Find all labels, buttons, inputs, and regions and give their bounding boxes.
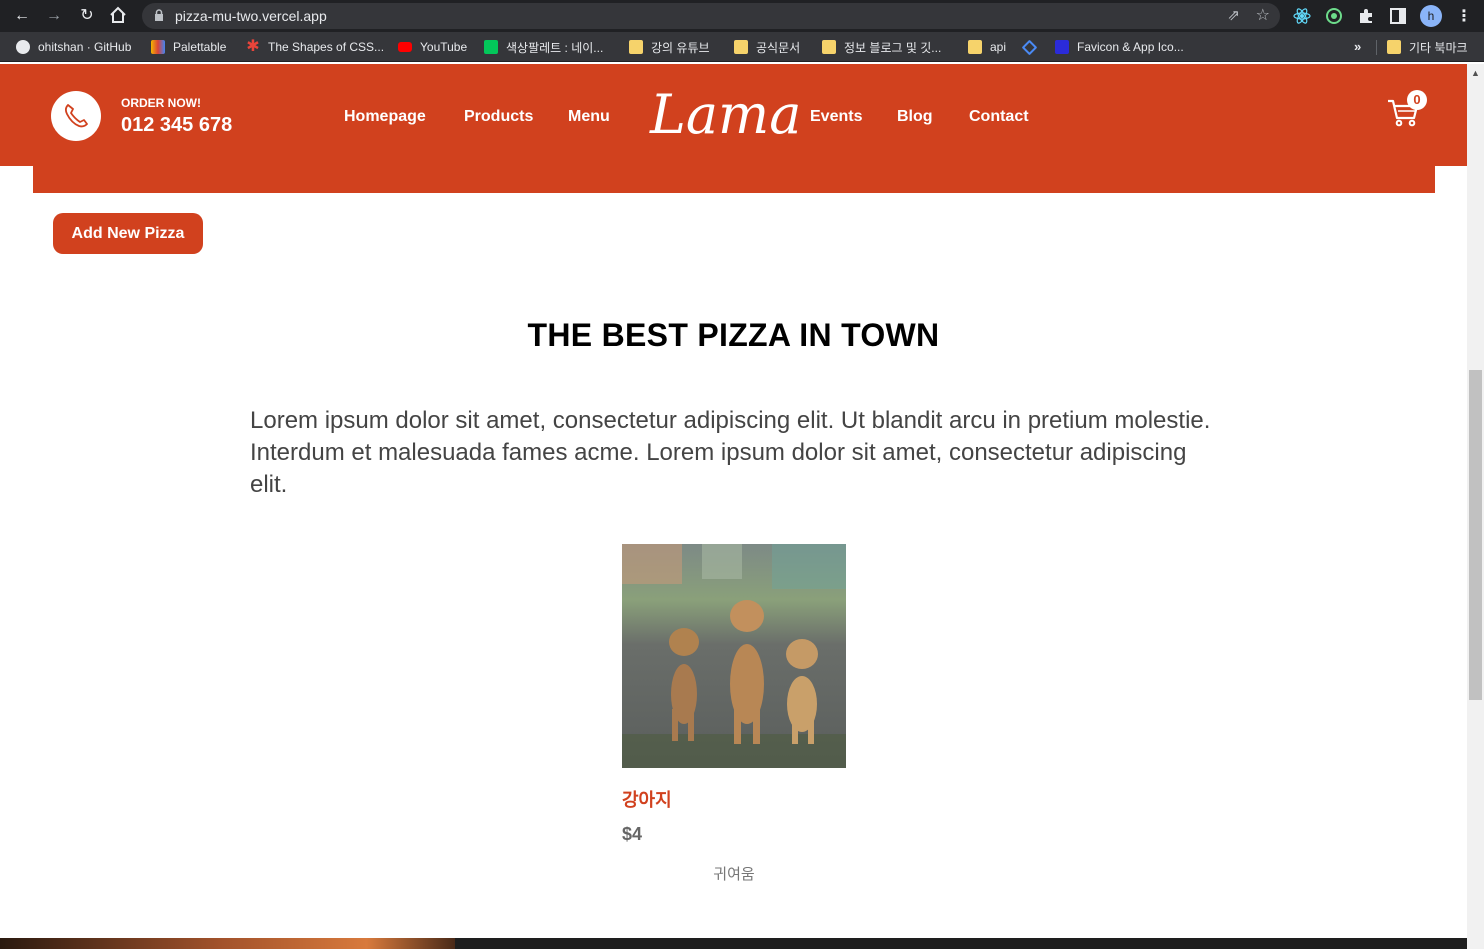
bookmark-folder-lectures[interactable]: 강의 유튜브 (629, 39, 710, 55)
nav-blog[interactable]: Blog (897, 108, 933, 126)
side-panel-icon[interactable] (1388, 6, 1408, 26)
phone-button[interactable] (51, 91, 101, 141)
palettable-icon (151, 40, 165, 54)
order-now-label: ORDER NOW! (121, 96, 201, 110)
back-icon[interactable]: ← (12, 6, 32, 26)
scroll-up-icon[interactable]: ▲ (1471, 68, 1480, 78)
favicon-tools-icon (1055, 40, 1069, 54)
extension-circle-icon[interactable] (1324, 6, 1344, 26)
url-text: pizza-mu-two.vercel.app (175, 8, 327, 24)
folder-icon (734, 40, 748, 54)
bookmarks-divider (1376, 40, 1377, 55)
bookmark-youtube[interactable]: YouTube (398, 39, 467, 55)
site-navbar: ORDER NOW! 012 345 678 Homepage Products… (0, 64, 1467, 166)
bookmark-label: 색상팔레트 : 네이... (506, 40, 604, 55)
featured-section-edge (0, 938, 1467, 949)
reload-icon[interactable]: ↻ (77, 6, 97, 26)
scrollbar-thumb[interactable] (1469, 370, 1482, 700)
bookmark-naver-palette[interactable]: 색상팔레트 : 네이... (484, 39, 603, 55)
nav-contact[interactable]: Contact (969, 108, 1029, 126)
forward-icon[interactable]: → (44, 6, 64, 26)
browser-toolbar: ← → ↻ pizza-mu-two.vercel.app ⇗ ☆ h ⋮ (0, 0, 1484, 32)
react-devtools-icon[interactable] (1292, 6, 1312, 26)
navbar-underbar (33, 166, 1435, 193)
phone-icon (65, 104, 88, 128)
bookmark-label: Palettable (173, 40, 227, 54)
home-icon[interactable] (108, 6, 128, 26)
cart-count-badge: 0 (1407, 90, 1427, 110)
page-title: THE BEST PIZZA IN TOWN (527, 317, 940, 353)
site-logo[interactable]: Lama (650, 80, 801, 150)
asterisk-icon: ✱ (246, 38, 260, 55)
bookmark-label: 기타 북마크 (1409, 40, 1468, 55)
bookmark-palettable[interactable]: Palettable (151, 39, 226, 55)
bookmark-label: ohitshan · GitHub (38, 40, 132, 54)
bookmark-label: The Shapes of CSS... (268, 40, 385, 54)
product-image[interactable] (622, 544, 846, 768)
folder-icon (1387, 40, 1401, 54)
page-viewport: ORDER NOW! 012 345 678 Homepage Products… (0, 64, 1467, 949)
nav-events[interactable]: Events (810, 108, 862, 126)
bookmark-label: 공식문서 (756, 40, 801, 55)
bookmark-label: YouTube (420, 40, 468, 54)
nav-homepage[interactable]: Homepage (344, 108, 426, 126)
naver-icon (484, 40, 498, 54)
profile-avatar[interactable]: h (1420, 5, 1442, 27)
product-description: 귀여움 (713, 866, 755, 883)
youtube-icon (398, 42, 412, 52)
address-bar[interactable]: pizza-mu-two.vercel.app ⇗ ☆ (142, 3, 1280, 29)
bookmark-label: Favicon & App Ico... (1077, 40, 1184, 54)
bookmark-folder-api[interactable]: api (968, 39, 1006, 55)
bookmark-star-icon[interactable]: ☆ (1256, 5, 1270, 25)
bookmarks-bar: ohitshan · GitHub Palettable ✱ The Shape… (0, 32, 1484, 62)
add-new-pizza-button[interactable]: Add New Pizza (53, 213, 203, 254)
lock-icon (155, 9, 163, 21)
bookmark-favicon[interactable]: Favicon & App Ico... (1055, 39, 1184, 55)
product-price: $4 (622, 824, 643, 844)
browser-menu-icon[interactable]: ⋮ (1456, 6, 1472, 26)
bookmark-folder-docs[interactable]: 공식문서 (734, 39, 800, 55)
bookmarks-overflow-icon[interactable]: » (1354, 39, 1361, 54)
nav-menu[interactable]: Menu (568, 108, 610, 126)
bookmark-css-shapes[interactable]: ✱ The Shapes of CSS... (246, 39, 384, 55)
github-icon (16, 40, 30, 54)
intro-description: Lorem ipsum dolor sit amet, consectetur … (250, 407, 1211, 498)
order-phone-number: 012 345 678 (121, 114, 233, 136)
share-icon[interactable]: ⇗ (1227, 6, 1240, 24)
bookmark-github[interactable]: ohitshan · GitHub (16, 39, 131, 55)
bookmark-label: 정보 블로그 및 깃... (844, 40, 942, 55)
bookmark-label: api (990, 40, 1007, 54)
bookmark-other[interactable]: 기타 북마크 (1387, 39, 1468, 55)
bookmark-diamond[interactable] (1021, 39, 1043, 55)
bookmark-label: 강의 유튜브 (651, 40, 710, 55)
product-title[interactable]: 강아지 (622, 786, 672, 812)
folder-icon (968, 40, 982, 54)
nav-products[interactable]: Products (464, 108, 533, 126)
bookmark-folder-blogs[interactable]: 정보 블로그 및 깃... (822, 39, 941, 55)
folder-icon (822, 40, 836, 54)
extensions-puzzle-icon[interactable] (1356, 6, 1376, 26)
diamond-icon (1021, 39, 1038, 55)
folder-icon (629, 40, 643, 54)
